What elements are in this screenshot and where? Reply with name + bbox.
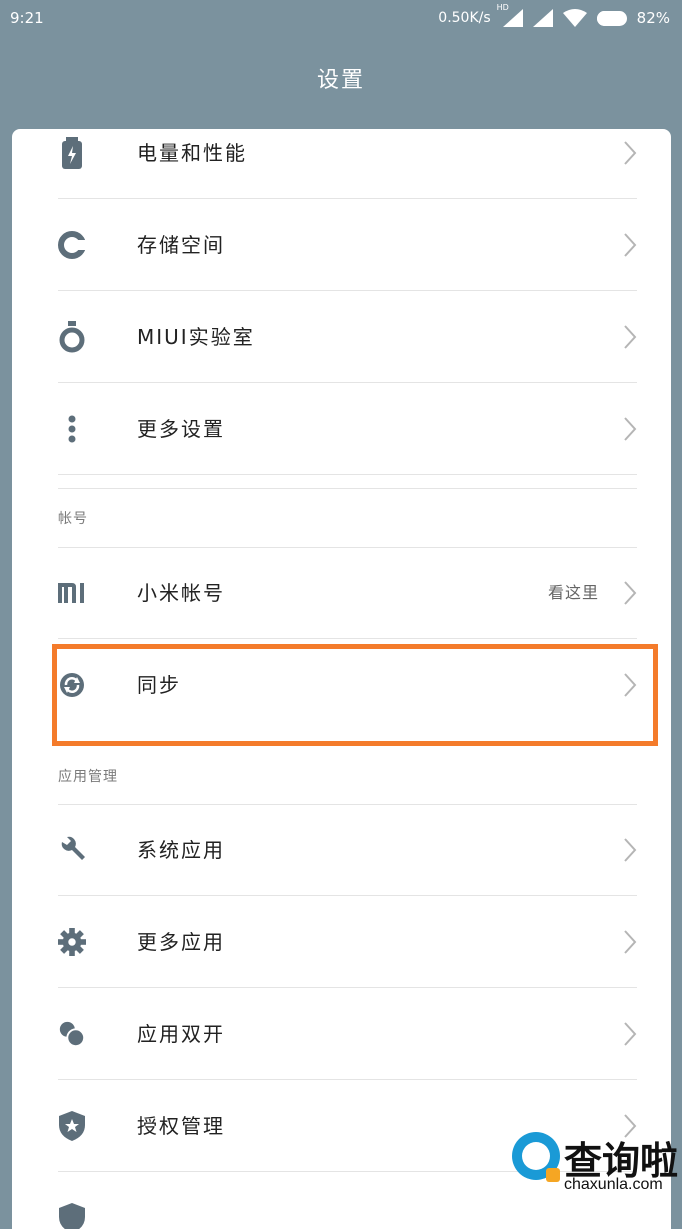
shield-icon	[58, 1111, 86, 1141]
dual-app-icon	[58, 1020, 86, 1048]
more-dots-icon	[58, 415, 86, 443]
status-time: 9:21	[10, 9, 44, 27]
settings-item-mi-account[interactable]: 小米帐号 看这里	[12, 547, 671, 639]
settings-item-label: 更多设置	[137, 417, 225, 441]
network-speed: 0.50K/s	[438, 10, 491, 26]
section-header-app-management: 应用管理	[58, 769, 118, 785]
signal-icon	[532, 9, 553, 27]
mi-logo-icon	[58, 579, 86, 607]
gear-icon	[58, 928, 86, 956]
settings-item-dual-apps[interactable]: 应用双开	[12, 988, 671, 1080]
settings-item-battery-performance[interactable]: 电量和性能	[12, 129, 671, 199]
page-title: 设置	[316, 68, 365, 93]
chevron-right-icon	[624, 141, 637, 165]
divider	[58, 474, 637, 475]
settings-item-miui-lab[interactable]: MIUI实验室	[12, 291, 671, 383]
watermark-text-en: chaxunla.com	[564, 1176, 663, 1193]
chevron-right-icon	[624, 417, 637, 441]
settings-item-system-apps[interactable]: 系统应用	[12, 804, 671, 896]
battery-icon	[596, 10, 627, 26]
settings-item-label: 电量和性能	[137, 141, 247, 165]
chevron-right-icon	[624, 1022, 637, 1046]
settings-item-label: 存储空间	[137, 233, 225, 257]
lab-flask-icon	[58, 321, 86, 353]
settings-item-hint: 看这里	[547, 583, 599, 602]
wifi-icon	[562, 9, 587, 27]
chevron-right-icon	[624, 233, 637, 257]
wrench-icon	[58, 836, 86, 864]
settings-item-label: 授权管理	[137, 1114, 225, 1138]
shield-icon	[58, 1203, 86, 1229]
settings-item-more-settings[interactable]: 更多设置	[12, 383, 671, 475]
section-divider	[58, 488, 637, 489]
hd-label: HD	[496, 3, 509, 12]
settings-item-label: MIUI实验室	[137, 325, 255, 349]
settings-item-label: 系统应用	[137, 838, 225, 862]
storage-pie-icon	[58, 231, 86, 259]
chevron-right-icon	[624, 930, 637, 954]
chevron-right-icon	[624, 838, 637, 862]
chevron-right-icon	[624, 325, 637, 349]
status-right: 0.50K/s HD 82%	[438, 3, 670, 27]
watermark: 查询啦 chaxunla.com	[506, 1124, 682, 1212]
section-header-account: 帐号	[58, 511, 88, 527]
settings-item-label: 小米帐号	[137, 581, 225, 605]
settings-item-storage[interactable]: 存储空间	[12, 199, 671, 291]
status-bar: 9:21 0.50K/s HD 82%	[0, 0, 682, 36]
settings-item-label: 应用双开	[137, 1022, 225, 1046]
highlight-box	[52, 644, 658, 746]
chevron-right-icon	[624, 581, 637, 605]
watermark-logo-inner	[522, 1142, 550, 1170]
battery-percent: 82%	[636, 9, 670, 27]
battery-icon	[58, 137, 86, 169]
signal-hd-icon: HD	[497, 3, 523, 27]
battery-level-fill	[596, 10, 622, 26]
settings-item-label: 更多应用	[137, 930, 225, 954]
settings-item-more-apps[interactable]: 更多应用	[12, 896, 671, 988]
watermark-logo-tail	[546, 1168, 560, 1182]
